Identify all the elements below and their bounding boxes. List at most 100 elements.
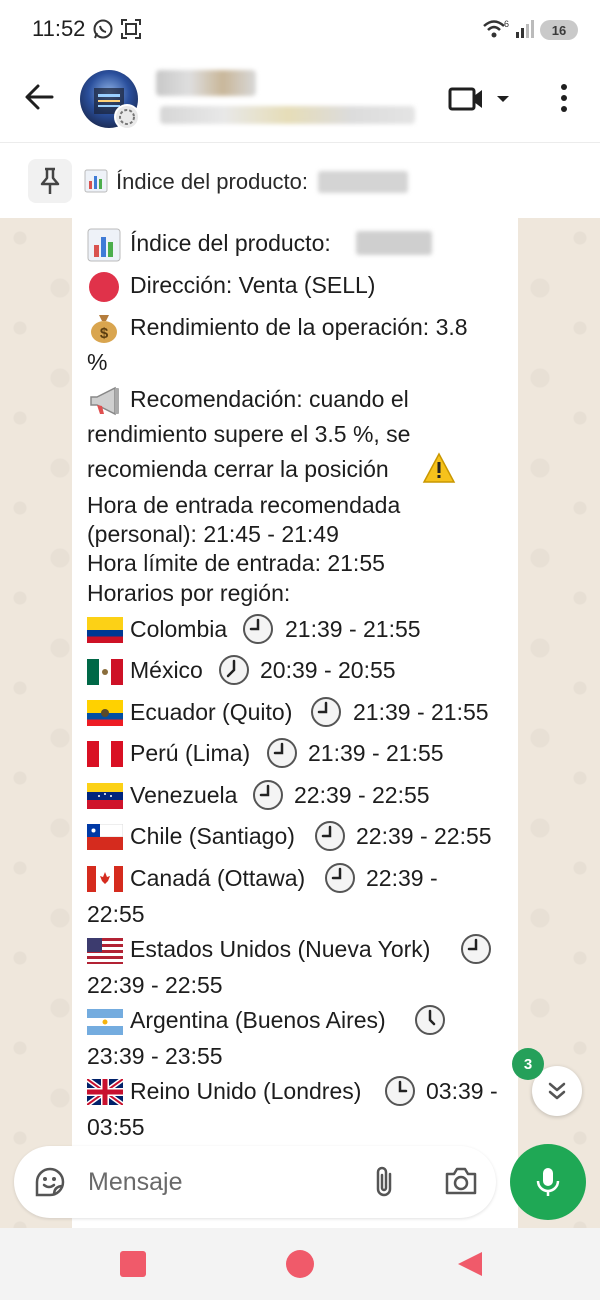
region-time-continued: 22:55 — [87, 901, 145, 927]
camera-button[interactable] — [444, 1164, 478, 1203]
canada-flag-icon — [87, 866, 123, 897]
bar-chart-icon — [87, 228, 121, 267]
region-time: 03:39 - — [426, 1078, 498, 1104]
pinned-product-redacted — [318, 171, 408, 193]
more-vertical-icon — [561, 84, 567, 112]
message-composer — [14, 1146, 496, 1218]
uk-flag-icon — [85, 1076, 125, 1110]
message-input[interactable] — [88, 1164, 348, 1200]
region-name: Argentina (Buenos Aires) — [130, 1007, 386, 1033]
clock-icon — [252, 779, 284, 816]
screenshot-icon — [120, 18, 142, 45]
clock-icon — [314, 820, 346, 857]
battery-indicator: 16 — [540, 20, 578, 40]
region-name: Venezuela — [130, 782, 238, 808]
message-yield: Rendimiento de la operación: 3.8 — [130, 314, 468, 340]
chat-area[interactable]: Índice del producto: Dirección: Venta (S… — [0, 218, 600, 1228]
colombia-flag-icon — [87, 617, 123, 648]
peru-flag-icon — [87, 741, 123, 772]
pinned-message-bar[interactable]: Índice del producto: — [0, 142, 600, 218]
venezuela-flag-icon — [87, 783, 123, 814]
usa-flag-icon — [87, 938, 123, 969]
region-name: Reino Unido (Londres) — [130, 1078, 362, 1104]
megaphone-icon — [87, 384, 123, 423]
status-ring-icon — [114, 104, 140, 130]
pinned-message-text: Índice del producto: — [116, 169, 309, 194]
whatsapp-notification-icon — [92, 18, 114, 45]
ecuador-flag-icon — [87, 700, 123, 731]
region-time-continued: 03:55 — [87, 1114, 145, 1140]
argentina-flag-icon — [87, 1009, 123, 1040]
chile-flag-icon — [86, 823, 124, 855]
region-time: 22:39 - 22:55 — [294, 782, 430, 808]
region-name: Colombia — [130, 616, 228, 642]
nav-back-button[interactable] — [456, 1250, 484, 1283]
system-nav-bar — [0, 1228, 600, 1300]
region-time-continued: 23:39 - 23:55 — [87, 1043, 223, 1069]
region-name: Estados Unidos (Nueva York) — [130, 936, 431, 962]
recent-apps-button[interactable] — [120, 1251, 146, 1277]
sticker-icon — [35, 1167, 65, 1197]
microphone-icon — [536, 1168, 560, 1196]
message-product-redacted — [356, 231, 432, 255]
region-name: México — [130, 657, 203, 683]
chevron-down-icon — [497, 96, 509, 102]
wifi-icon: 6 — [482, 18, 510, 45]
message-recommendation-2: rendimiento supere el 3.5 %, se — [87, 421, 411, 447]
clock-icon — [242, 613, 274, 650]
mexico-flag-icon — [87, 659, 123, 690]
pin-icon — [28, 159, 72, 203]
attach-button[interactable] — [370, 1164, 400, 1205]
video-call-button[interactable] — [448, 84, 518, 119]
money-bag-icon: $ — [87, 311, 121, 350]
region-name: Chile (Santiago) — [130, 823, 295, 849]
back-button[interactable] — [22, 80, 56, 114]
clock-icon — [266, 737, 298, 774]
unread-count-badge: 3 — [512, 1048, 544, 1080]
status-bar: 11:52 6 16 — [0, 0, 600, 60]
message-direction: Dirección: Venta (SELL) — [130, 272, 376, 298]
red-circle-icon — [87, 270, 121, 309]
svg-text:$: $ — [100, 325, 109, 342]
region-time: 21:39 - 21:55 — [353, 699, 489, 725]
camera-icon — [445, 1167, 477, 1195]
double-chevron-down-icon — [548, 1082, 566, 1100]
region-name: Ecuador (Quito) — [130, 699, 293, 725]
sticker-button[interactable] — [32, 1164, 68, 1205]
message-recommendation-1: Recomendación: cuando el — [130, 386, 409, 412]
warning-icon — [422, 452, 456, 489]
battery-level: 16 — [551, 22, 567, 38]
region-time: 20:39 - 20:55 — [260, 657, 396, 683]
bar-chart-icon — [84, 169, 108, 198]
home-button[interactable] — [286, 1250, 314, 1278]
contact-status-redacted — [160, 106, 415, 124]
message-product-label: Índice del producto: — [130, 230, 331, 256]
more-options-button[interactable] — [554, 82, 574, 121]
avatar[interactable] — [80, 70, 140, 130]
message-yield-unit: % — [87, 349, 108, 375]
triangle-back-icon — [458, 1252, 482, 1276]
region-time: 22:39 - 22:55 — [356, 823, 492, 849]
clock-icon — [414, 1004, 446, 1041]
clock-icon — [460, 933, 492, 970]
clock-icon — [324, 862, 356, 899]
contact-name-redacted[interactable] — [156, 70, 256, 96]
region-time: 21:39 - 21:55 — [285, 616, 421, 642]
paperclip-icon — [376, 1166, 392, 1197]
clock-icon — [384, 1075, 416, 1112]
status-time: 11:52 — [32, 16, 86, 41]
clock-icon — [218, 654, 250, 691]
region-time: 21:39 - 21:55 — [308, 740, 444, 766]
back-arrow-icon — [25, 84, 54, 110]
chat-header — [0, 60, 600, 142]
region-name: Perú (Lima) — [130, 740, 251, 766]
voice-message-button[interactable] — [510, 1144, 586, 1220]
message-entry-time-1: Hora de entrada recomendada — [87, 492, 401, 518]
clock-icon — [310, 696, 342, 733]
message-recommendation-3: recomienda cerrar la posición — [87, 456, 389, 482]
message-regions-title: Horarios por región: — [87, 580, 291, 606]
video-camera-icon — [448, 87, 482, 111]
region-time: 22:39 - — [366, 865, 438, 891]
region-name: Canadá (Ottawa) — [130, 865, 306, 891]
svg-text:6: 6 — [504, 19, 509, 29]
